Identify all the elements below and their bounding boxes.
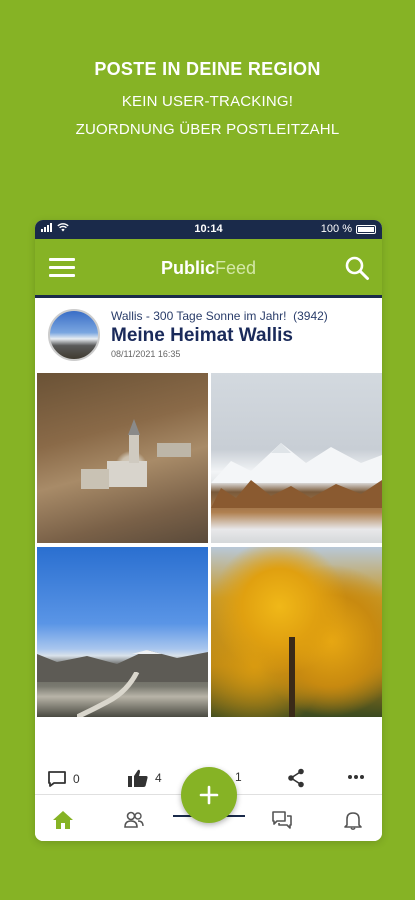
third-action[interactable]: 1	[235, 770, 242, 784]
post-header[interactable]: Wallis - 300 Tage Sonne im Jahr! (3942) …	[35, 301, 382, 371]
comment-count: 0	[73, 772, 80, 786]
post-date: 08/11/2021 16:35	[111, 349, 181, 359]
promo-subtitle-1: KEIN USER-TRACKING!	[121, 93, 294, 110]
photo-valley-view[interactable]	[37, 547, 208, 717]
add-post-button[interactable]	[181, 767, 237, 823]
app-title-bold: Public	[160, 258, 215, 278]
more-button[interactable]	[347, 774, 365, 780]
chat-icon[interactable]	[271, 809, 293, 831]
photo-village-church[interactable]	[37, 373, 208, 543]
battery-icon	[356, 224, 376, 234]
thumbs-up-icon	[128, 769, 148, 787]
comment-icon	[48, 771, 66, 787]
post-title[interactable]: Meine Heimat Wallis	[111, 325, 293, 347]
search-icon[interactable]	[344, 255, 370, 281]
promo-title: POSTE IN DEINE REGION	[94, 59, 321, 79]
photo-grid	[37, 373, 382, 718]
home-icon[interactable]	[52, 809, 74, 831]
share-icon	[288, 768, 304, 788]
app-title-light: Feed	[214, 258, 257, 278]
post-region-name: Wallis - 300 Tage Sonne im Jahr!	[111, 309, 287, 323]
status-icons-right: 100 %	[321, 223, 376, 235]
app-title: PublicFeed	[35, 258, 382, 279]
phone-frame: 10:14 100 % PublicFeed Wallis - 300 Tage…	[35, 220, 382, 841]
like-count: 4	[155, 771, 162, 785]
post-region-count: (3942)	[293, 309, 328, 323]
plus-icon	[199, 785, 219, 805]
more-icon	[348, 775, 364, 779]
comment-button[interactable]: 0	[47, 770, 80, 788]
status-bar: 10:14 100 %	[35, 220, 382, 239]
avatar[interactable]	[48, 309, 100, 361]
third-count: 1	[235, 770, 242, 784]
battery-percent: 100 %	[320, 223, 352, 235]
app-bar: PublicFeed	[35, 239, 382, 298]
people-icon[interactable]	[123, 809, 145, 831]
bell-icon[interactable]	[342, 809, 364, 831]
photo-autumn-tree[interactable]	[211, 547, 382, 717]
like-button[interactable]: 4	[127, 768, 162, 788]
photo-snowy-mountains[interactable]	[211, 373, 382, 543]
promo-subtitle-2: ZUORDNUNG ÜBER POSTLEITZAHL	[75, 121, 340, 138]
post-region[interactable]: Wallis - 300 Tage Sonne im Jahr! (3942)	[111, 309, 328, 323]
share-button[interactable]	[287, 768, 305, 788]
